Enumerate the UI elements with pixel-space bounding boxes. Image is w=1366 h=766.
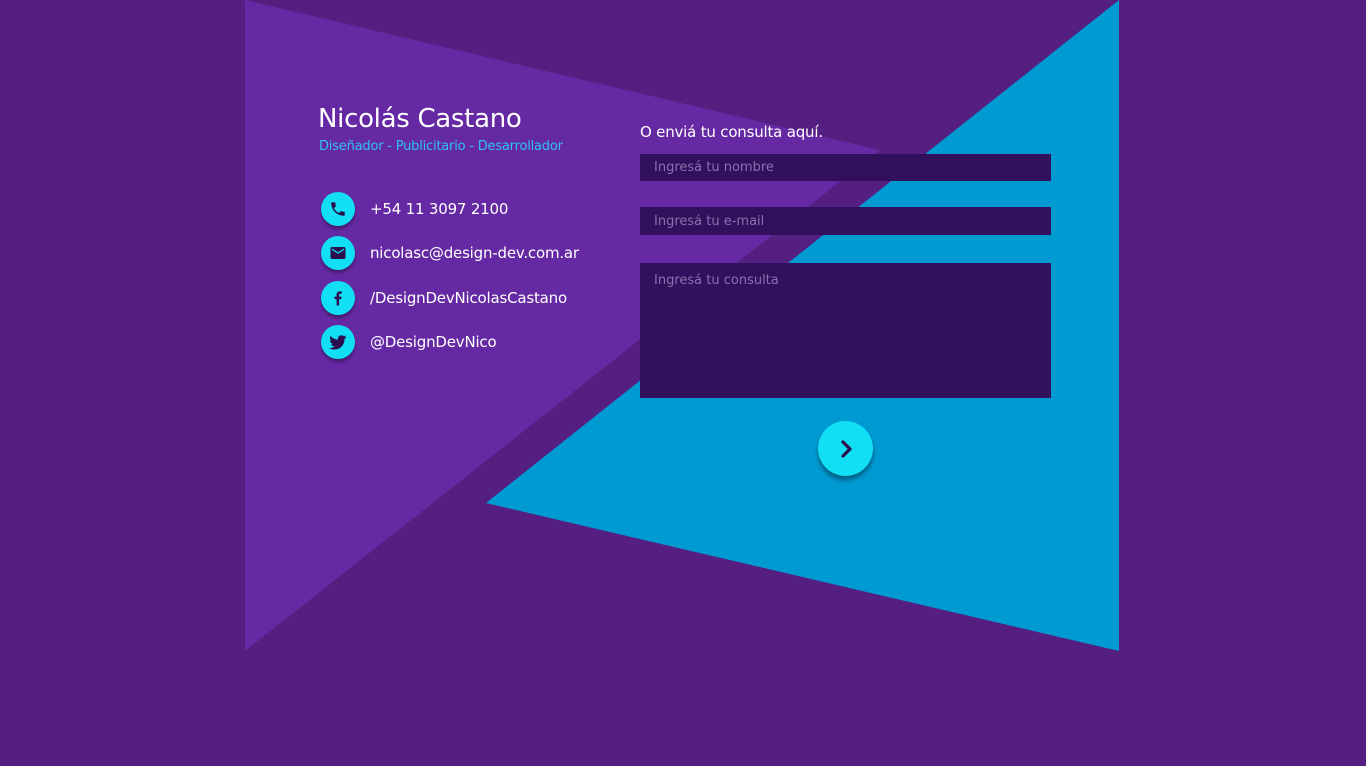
- contact-email[interactable]: nicolasc@design-dev.com.ar: [321, 235, 579, 271]
- twitter-handle: @DesignDevNico: [370, 333, 497, 351]
- contact-phone[interactable]: +54 11 3097 2100: [321, 191, 508, 227]
- message-textarea[interactable]: [640, 263, 1051, 398]
- email-address: nicolasc@design-dev.com.ar: [370, 244, 579, 262]
- name-input[interactable]: [640, 154, 1051, 181]
- facebook-handle: /DesignDevNicolasCastano: [370, 289, 567, 307]
- facebook-icon: [321, 281, 355, 315]
- contact-facebook[interactable]: /DesignDevNicolasCastano: [321, 280, 567, 316]
- chevron-right-icon: [834, 437, 858, 461]
- email-input[interactable]: [640, 207, 1051, 235]
- mail-icon: [321, 236, 355, 270]
- twitter-icon: [321, 325, 355, 359]
- profile-subtitle: Diseñador - Publicitario - Desarrollador: [319, 139, 563, 154]
- form-label: O enviá tu consulta aquí.: [640, 123, 823, 141]
- phone-icon: [321, 192, 355, 226]
- profile-name: Nicolás Castano: [318, 104, 522, 134]
- contact-page: Nicolás Castano Diseñador - Publicitario…: [0, 0, 1366, 766]
- contact-twitter[interactable]: @DesignDevNico: [321, 324, 497, 360]
- send-button[interactable]: [818, 421, 873, 476]
- phone-number: +54 11 3097 2100: [370, 200, 509, 218]
